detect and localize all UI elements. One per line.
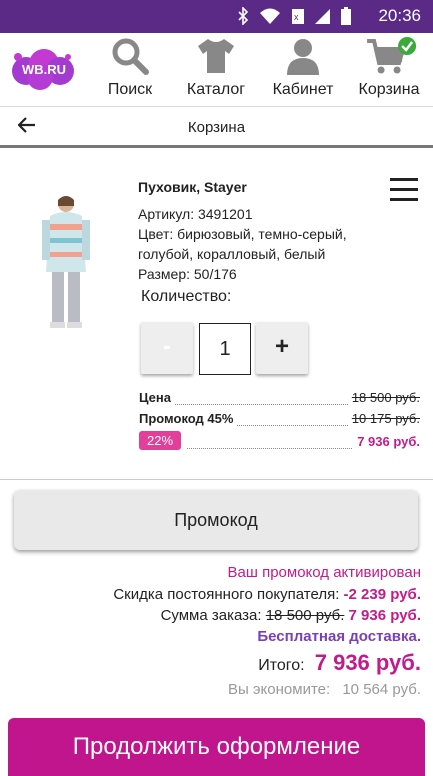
total-row: Итого: 7 936 руб. bbox=[1, 650, 421, 676]
quantity-increase-button[interactable]: + bbox=[256, 322, 308, 374]
sub-header: Корзина bbox=[0, 106, 433, 148]
bluetooth-icon bbox=[237, 6, 249, 30]
logo-text: WB.RU bbox=[22, 62, 67, 77]
loyalty-value: -2 239 руб. bbox=[343, 586, 421, 603]
order-sum-old: 18 500 руб. bbox=[265, 607, 345, 624]
loyalty-discount-row: Скидка постоянного покупателя: -2 239 ру… bbox=[1, 586, 421, 603]
nav-catalog-label: Каталог bbox=[186, 81, 246, 98]
order-sum-label: Сумма заказа: bbox=[160, 607, 262, 624]
price-row: Цена 18 500 руб. bbox=[139, 390, 420, 410]
price-label: Цена bbox=[139, 390, 175, 405]
product-color: Цвет: бирюзовый, темно-серый, голубой, к… bbox=[138, 226, 347, 262]
page-title: Корзина bbox=[187, 119, 246, 136]
cart-item: Пуховик, Stayer Артикул: 3491201 Цвет: б… bbox=[0, 150, 433, 480]
order-sum-row: Сумма заказа: 18 500 руб. 7 936 руб. bbox=[1, 607, 421, 624]
item-menu-icon[interactable] bbox=[390, 178, 418, 208]
nav-cart-label: Корзина bbox=[358, 81, 420, 98]
battery-icon bbox=[341, 7, 351, 30]
svg-text:x: x bbox=[294, 12, 299, 22]
nav-search-label: Поиск bbox=[107, 81, 153, 98]
nav-cabinet[interactable]: Кабинет bbox=[263, 37, 343, 99]
discount-badge: 22% bbox=[139, 431, 182, 450]
sim-icon: x bbox=[291, 7, 305, 30]
quantity-label: Количество: bbox=[141, 288, 232, 305]
status-icons: x bbox=[237, 6, 351, 30]
final-price: 7 936 руб. bbox=[353, 434, 420, 449]
nav-cabinet-label: Кабинет bbox=[272, 81, 334, 98]
quantity-decrease-button[interactable]: - bbox=[141, 322, 193, 374]
final-price-row: 22% 7 936 руб. bbox=[139, 431, 420, 454]
continue-checkout-button[interactable]: Продолжить оформление bbox=[8, 718, 425, 776]
status-time: 20:36 bbox=[378, 6, 421, 25]
nav-cart[interactable]: Корзина bbox=[349, 37, 429, 99]
product-size: Размер: 50/176 bbox=[138, 266, 237, 282]
signal-icon bbox=[315, 7, 331, 30]
status-bar: x 20:36 bbox=[0, 0, 433, 33]
free-delivery-text: Бесплатная доставка. bbox=[257, 628, 421, 645]
wifi-icon bbox=[259, 7, 281, 30]
total-label: Итого: bbox=[258, 657, 305, 674]
promo-row: Промокод 45% 10 175 руб. bbox=[139, 411, 420, 431]
nav-catalog[interactable]: Каталог bbox=[176, 37, 256, 99]
promo-activated-text: Ваш промокод активирован bbox=[227, 564, 421, 581]
loyalty-label: Скидка постоянного покупателя: bbox=[113, 586, 340, 603]
savings-label: Вы экономите: bbox=[227, 681, 331, 698]
promo-code-button[interactable]: Промокод bbox=[14, 490, 418, 550]
order-sum-new: 7 936 руб. bbox=[348, 607, 421, 624]
product-article: Артикул: 3491201 bbox=[138, 206, 253, 222]
app-bar: WB.RU Поиск Каталог Кабинет Корзина bbox=[0, 33, 433, 103]
product-details: Артикул: 3491201 Цвет: бирюзовый, темно-… bbox=[138, 204, 378, 284]
promo-label: Промокод 45% bbox=[139, 411, 238, 426]
cart-icon bbox=[367, 37, 417, 74]
product-photo[interactable] bbox=[36, 194, 96, 329]
price-old: 18 500 руб. bbox=[347, 390, 420, 405]
search-icon bbox=[112, 38, 149, 75]
nav-search[interactable]: Поиск bbox=[90, 37, 170, 99]
quantity-value[interactable]: 1 bbox=[199, 323, 251, 375]
user-icon bbox=[287, 39, 319, 75]
promo-old-price: 10 175 руб. bbox=[347, 411, 420, 426]
tshirt-icon bbox=[198, 39, 234, 73]
divider bbox=[0, 479, 433, 480]
total-value: 7 936 руб. bbox=[314, 650, 421, 675]
savings-row: Вы экономите: 10 564 руб. bbox=[1, 681, 421, 698]
savings-value: 10 564 руб. bbox=[342, 681, 421, 698]
product-name[interactable]: Пуховик, Stayer bbox=[138, 179, 247, 195]
